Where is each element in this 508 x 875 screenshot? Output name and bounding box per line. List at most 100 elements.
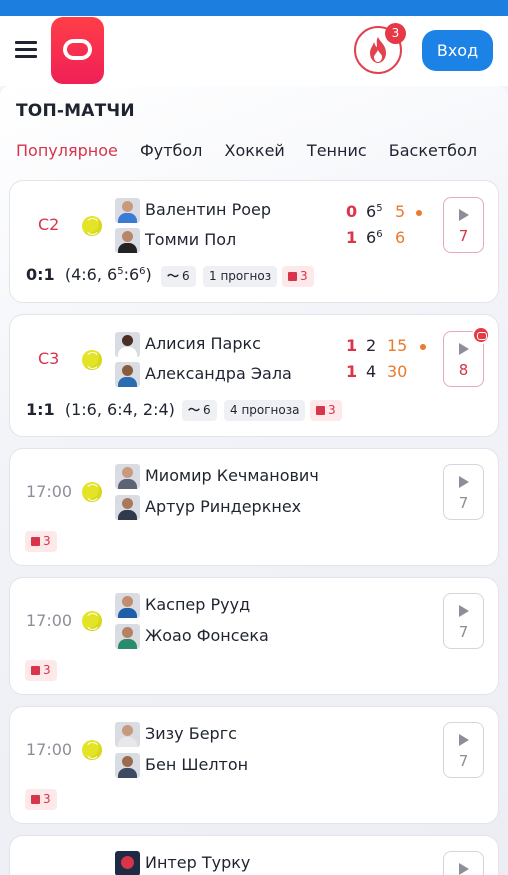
watch-stream-button[interactable]: 7 (443, 722, 484, 778)
tab-hockey[interactable]: Хоккей (225, 141, 285, 160)
sets-score: 1 (346, 362, 358, 381)
gift-chip[interactable]: 3 (282, 266, 314, 287)
team-logo-icon (115, 851, 140, 875)
tennis-ball-icon (82, 216, 102, 236)
match-card[interactable]: 17:00 Зизу Бергс Бен Шелтон 7 3 (9, 706, 499, 824)
login-button[interactable]: Вход (422, 30, 493, 71)
stream-count: 7 (458, 752, 469, 770)
tennis-ball-icon (82, 482, 102, 502)
match-time: 17:00 (26, 611, 73, 630)
watch-stream-button[interactable]: 7 (443, 464, 484, 520)
status-bar (0, 0, 508, 16)
match-card[interactable]: 17:00 Миомир Кечманович Артур Риндеркнех… (9, 448, 499, 566)
gift-chip[interactable]: 3 (25, 531, 57, 552)
gift-icon (31, 795, 40, 804)
tennis-ball-icon (82, 740, 102, 760)
notification-badge: 3 (385, 23, 406, 44)
match-time: 17:00 (26, 482, 73, 501)
serve-indicator (416, 210, 422, 216)
top-header: 3 Вход (0, 16, 508, 86)
player-name: Артур Риндеркнех (145, 497, 302, 516)
live-stream-icon (472, 326, 490, 344)
player-avatar (115, 624, 140, 649)
stream-count: 8 (458, 361, 469, 379)
gift-icon (316, 406, 325, 415)
tennis-ball-icon (82, 611, 102, 631)
player-avatar (115, 495, 140, 520)
stream-count: 7 (458, 227, 469, 245)
sets-score: 1 (346, 228, 358, 247)
player-name: Миомир Кечманович (145, 466, 319, 485)
fire-icon (370, 37, 386, 63)
watch-stream-button[interactable] (443, 851, 484, 875)
points-score: 6 (395, 228, 406, 247)
sets-score: 0 (346, 202, 358, 221)
match-status: С3 (38, 349, 60, 368)
player-name: Каспер Рууд (145, 595, 251, 614)
gift-chip[interactable]: 3 (25, 660, 57, 681)
stream-count: 7 (458, 623, 469, 641)
player-avatar (115, 722, 140, 747)
play-icon (459, 863, 469, 875)
games-score: 4 (366, 362, 377, 381)
player-avatar (115, 464, 140, 489)
gift-chip[interactable]: 3 (310, 400, 342, 421)
tab-popular[interactable]: Популярное (16, 141, 118, 160)
games-score: 66 (366, 228, 383, 247)
play-icon (459, 605, 469, 617)
player-name: Алисия Паркс (145, 334, 261, 353)
player-name: Александра Эала (145, 364, 292, 383)
player-avatar (115, 198, 140, 223)
player-name: Томми Пол (145, 230, 237, 249)
games-score: 65 (366, 202, 383, 221)
sport-tabs: Популярное Футбол Хоккей Теннис Баскетбо… (16, 141, 508, 165)
app-logo-icon[interactable] (51, 17, 104, 84)
play-icon (459, 209, 469, 221)
player-name: Валентин Роер (145, 200, 272, 219)
play-icon (459, 343, 469, 355)
match-card[interactable]: Интер Турку (9, 835, 499, 875)
prognoz-chip[interactable]: 1 прогноз (203, 266, 278, 287)
serve-indicator (420, 344, 426, 350)
player-name: Жоао Фонсека (145, 626, 269, 645)
points-score: 15 (387, 336, 408, 355)
tab-basketball[interactable]: Баскетбол (389, 141, 477, 160)
trend-icon: 〜 (188, 403, 201, 417)
play-icon (459, 734, 469, 746)
gift-icon (288, 272, 297, 281)
gift-chip[interactable]: 3 (25, 789, 57, 810)
trend-chip[interactable]: 〜 6 (161, 266, 196, 287)
player-name: Бен Шелтон (145, 755, 249, 774)
points-score: 5 (395, 202, 406, 221)
team-name: Интер Турку (145, 853, 251, 872)
play-icon (459, 476, 469, 488)
stream-count: 7 (458, 494, 469, 512)
player-name: Зизу Бергс (145, 724, 237, 743)
section-title: ТОП-МАТЧИ (16, 101, 135, 121)
match-card[interactable]: С2 Валентин Роер Томми Пол 0 1 65 66 5 6… (9, 180, 499, 303)
tab-football[interactable]: Футбол (140, 141, 202, 160)
player-avatar (115, 362, 140, 387)
points-score: 30 (387, 362, 408, 381)
player-avatar (115, 753, 140, 778)
games-score: 2 (366, 336, 377, 355)
sets-score: 1 (346, 336, 358, 355)
player-avatar (115, 228, 140, 253)
gift-icon (31, 666, 40, 675)
match-time: 17:00 (26, 740, 73, 759)
watch-stream-button[interactable]: 7 (443, 197, 484, 253)
hamburger-menu-icon[interactable] (15, 41, 37, 59)
watch-stream-button[interactable]: 7 (443, 593, 484, 649)
trend-chip[interactable]: 〜 6 (182, 400, 217, 421)
match-status: С2 (38, 215, 60, 234)
tennis-ball-icon (82, 350, 102, 370)
match-total: 1:1 (1:6, 6:4, 2:4) (26, 400, 175, 419)
trend-icon: 〜 (167, 269, 180, 283)
match-card[interactable]: 17:00 Каспер Рууд Жоао Фонсека 7 3 (9, 577, 499, 695)
player-avatar (115, 332, 140, 357)
player-avatar (115, 593, 140, 618)
tab-tennis[interactable]: Теннис (307, 141, 367, 160)
prognoz-chip[interactable]: 4 прогноза (224, 400, 306, 421)
match-total: 0:1 (4:6, 65:66) (26, 265, 152, 284)
match-card[interactable]: С3 Алисия Паркс Александра Эала 1 1 2 4 … (9, 314, 499, 437)
